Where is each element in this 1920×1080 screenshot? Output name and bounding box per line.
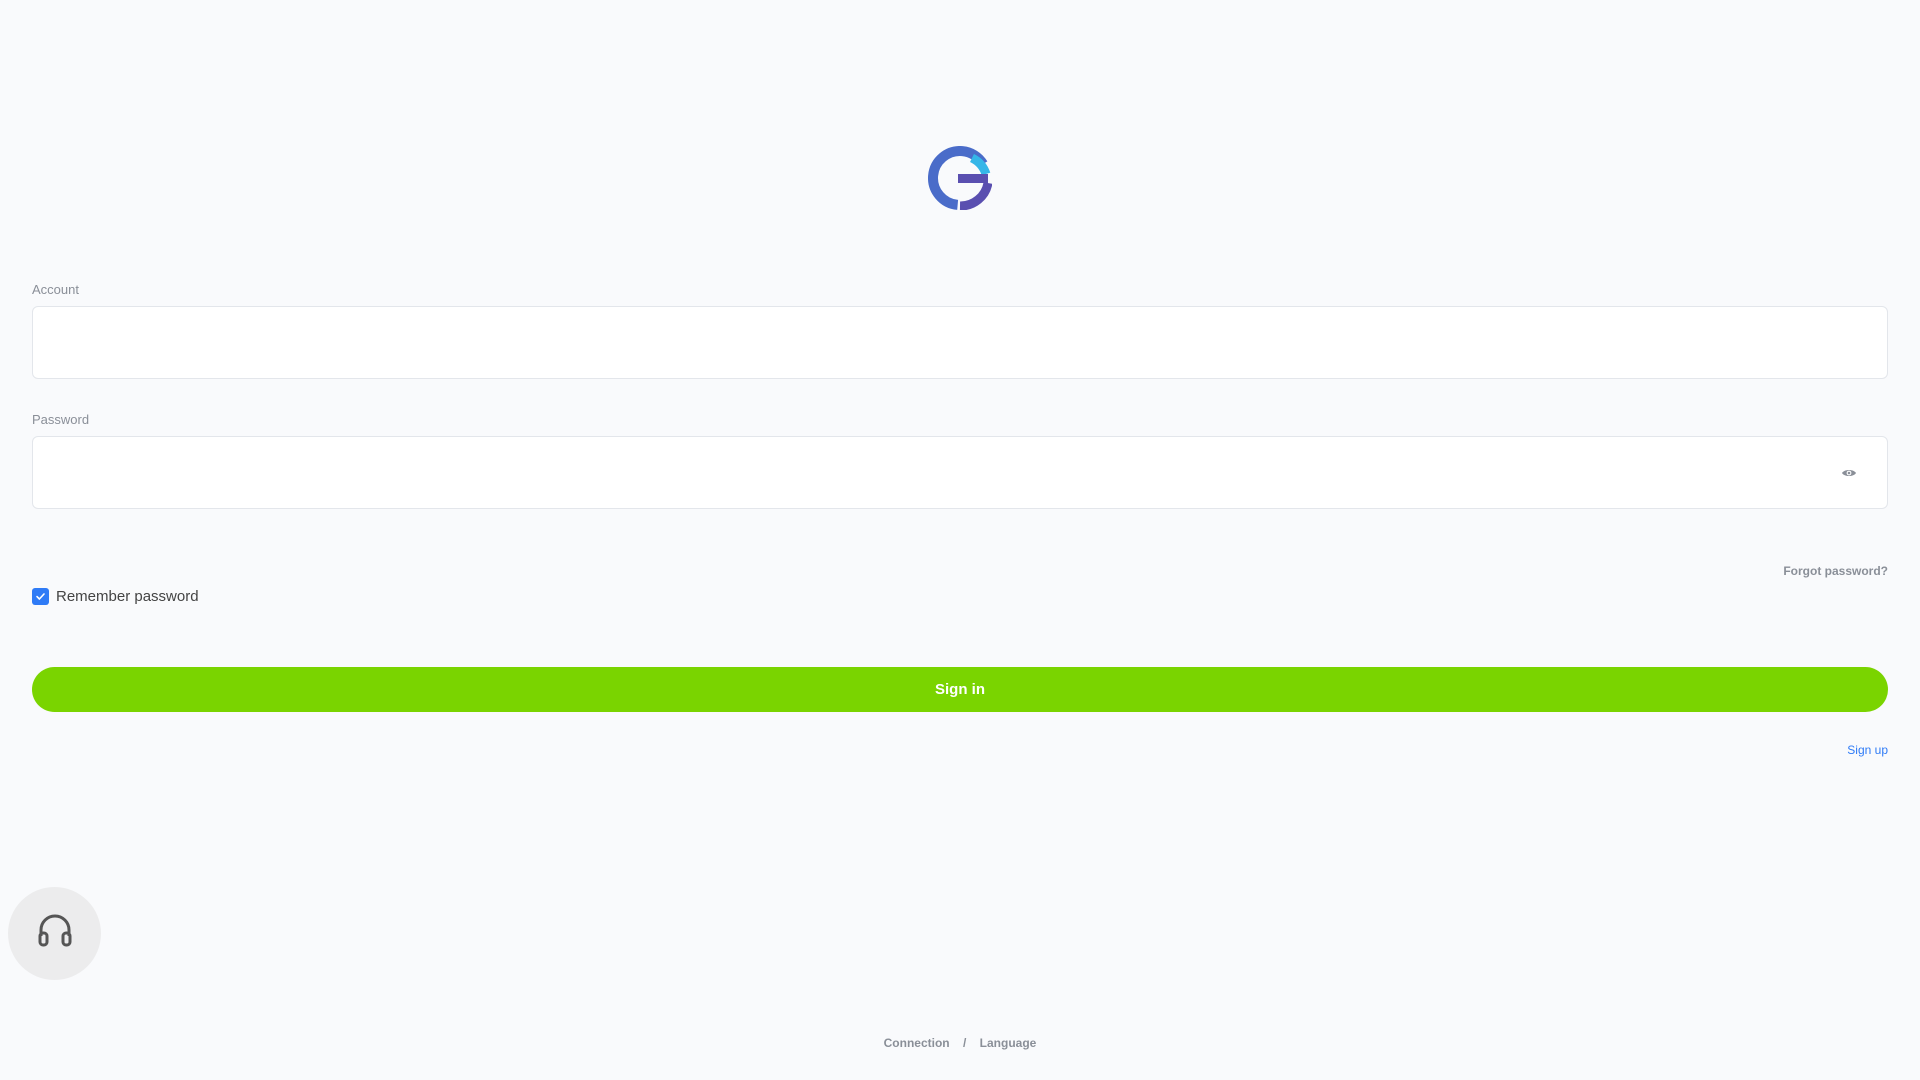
- remember-password-label: Remember password: [56, 588, 199, 605]
- headphones-icon: [36, 912, 74, 955]
- footer-separator: /: [962, 1036, 967, 1050]
- password-input[interactable]: [33, 437, 1887, 508]
- forgot-password-link[interactable]: Forgot password?: [1783, 564, 1888, 578]
- eye-icon[interactable]: [1841, 465, 1857, 481]
- password-label: Password: [32, 412, 90, 427]
- language-link[interactable]: Language: [980, 1036, 1037, 1050]
- account-label: Account: [32, 282, 79, 297]
- connection-link[interactable]: Connection: [884, 1036, 950, 1050]
- remember-password-checkbox[interactable]: Remember password: [32, 588, 199, 605]
- account-field-container: [32, 306, 1888, 379]
- login-page: Account Password Forgot password? Rememb…: [0, 0, 1920, 1080]
- account-input[interactable]: [33, 307, 1887, 378]
- checkbox-checked-icon[interactable]: [32, 588, 49, 605]
- sign-in-button[interactable]: Sign in: [32, 667, 1888, 712]
- sign-up-link[interactable]: Sign up: [1847, 743, 1888, 757]
- password-field-container: [32, 436, 1888, 509]
- g-logo-icon: [928, 146, 993, 211]
- support-button[interactable]: [8, 887, 101, 980]
- footer: Connection / Language: [0, 1036, 1920, 1050]
